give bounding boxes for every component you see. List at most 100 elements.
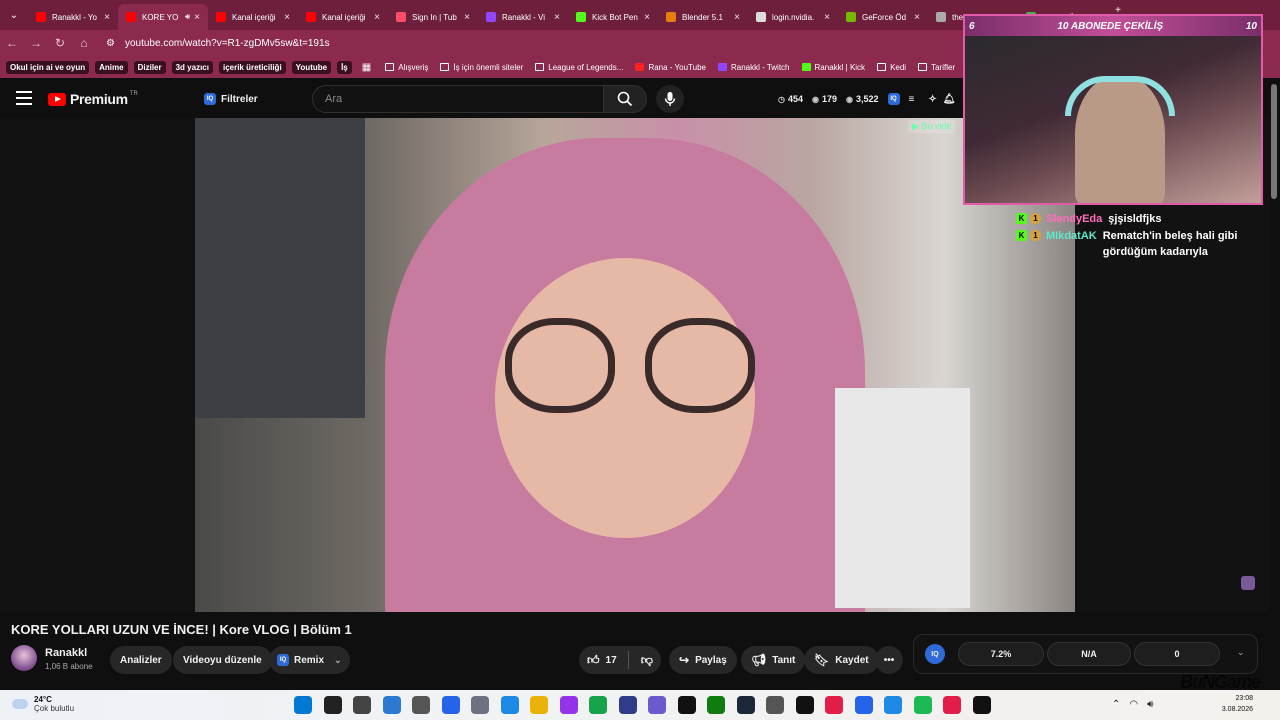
browser-tab[interactable]: KORE YO 🔊︎ × <box>118 4 208 30</box>
bookmark-chip[interactable]: Okul için ai ve oyun <box>6 60 90 74</box>
channel-watermark-icon[interactable] <box>1241 576 1255 590</box>
filters-button[interactable]: IQ Filtreler <box>196 88 266 110</box>
bookmark-chip[interactable]: Diziler <box>133 60 166 74</box>
tab-close-icon[interactable]: × <box>104 12 110 23</box>
browser-tab[interactable]: Blender 5.1 × <box>658 4 748 30</box>
site-info-icon[interactable]: ⚙ <box>106 38 115 49</box>
analytics-button[interactable]: Analizler <box>110 646 172 674</box>
bookmark-item[interactable]: Ranakkl - Twitch <box>717 63 790 72</box>
windows-start-icon[interactable] <box>294 696 312 714</box>
spotify-icon[interactable] <box>913 696 932 714</box>
recorder-icon[interactable] <box>972 696 991 714</box>
app-icon[interactable] <box>825 696 843 714</box>
bookmark-chip[interactable]: Anime <box>95 60 128 74</box>
browser-tab[interactable]: Sign In | Tub × <box>388 4 478 30</box>
bookmark-chip[interactable]: içerik üreticiliği <box>218 60 286 74</box>
page-scrollbar[interactable] <box>1271 84 1277 199</box>
promote-button[interactable]: 📢︎ Tanıt <box>741 646 806 674</box>
browser-tab[interactable]: Kick Bot Pen × <box>568 4 658 30</box>
tab-search-chevron-icon[interactable]: ⌄ <box>4 5 24 25</box>
tab-close-icon[interactable]: × <box>734 12 740 23</box>
widgets-icon[interactable] <box>382 696 401 714</box>
task-view-icon[interactable] <box>353 696 371 714</box>
explorer-folder-icon[interactable] <box>530 696 548 714</box>
iq-extension-icon[interactable]: IQ <box>887 93 900 105</box>
app-icon[interactable] <box>884 696 902 714</box>
save-button[interactable]: 🔖︎ Kaydet <box>804 646 879 674</box>
browser-tab[interactable]: login.nvidia. × <box>748 4 838 30</box>
youtube-premium-logo[interactable]: Premium TR <box>48 91 138 107</box>
settings-icon[interactable] <box>500 696 519 714</box>
notifications-icon[interactable]: 🔔︎ <box>943 94 956 105</box>
bookmark-item[interactable]: Rana - YouTube <box>635 63 706 72</box>
tab-close-icon[interactable]: × <box>194 12 200 23</box>
chrome-icon[interactable] <box>589 696 607 714</box>
browser-tab[interactable]: Kanal içeriği × <box>298 4 388 30</box>
forward-arrow-icon[interactable]: → <box>24 36 48 50</box>
url-field[interactable]: ⚙ youtube.com/watch?v=R1-zgDMv5sw&t=191s <box>106 38 330 49</box>
tab-close-icon[interactable]: × <box>374 12 380 23</box>
app-icon[interactable] <box>648 696 666 714</box>
epic-games-icon[interactable] <box>766 696 784 714</box>
channel-name[interactable]: Ranakkl <box>45 647 87 659</box>
gallery-icon[interactable] <box>559 696 578 714</box>
app-icon[interactable] <box>854 696 873 714</box>
share-button[interactable]: ↪ Paylaş <box>669 646 737 674</box>
browser-tab[interactable]: GeForce Öd × <box>838 4 928 30</box>
sort-icon[interactable]: ≡ <box>909 94 915 105</box>
search-button[interactable] <box>603 85 647 113</box>
channel-avatar[interactable] <box>11 645 37 671</box>
obs-icon[interactable] <box>736 696 755 714</box>
cube-app-icon[interactable] <box>441 696 460 714</box>
edit-video-button[interactable]: Videoyu düzenle <box>173 646 272 674</box>
chevron-down-icon[interactable]: ⌄ <box>1237 647 1245 658</box>
search-icon[interactable] <box>323 696 342 714</box>
weather-widget[interactable]: 24°C Çok bulutlu <box>12 695 74 713</box>
video-info-tag[interactable]: ▶ Bu vide <box>908 120 956 133</box>
discord-icon[interactable] <box>618 696 637 714</box>
browser-tab[interactable]: Ranakkl - Yo × <box>28 4 118 30</box>
more-actions-button[interactable]: ••• <box>875 646 903 674</box>
home-icon[interactable]: ⌂ <box>72 36 96 50</box>
remix-button[interactable]: IQ Remix ⌄ <box>269 646 350 674</box>
bookmark-item[interactable]: Alışveriş <box>385 63 428 72</box>
audio-icon[interactable]: 🔊︎ <box>185 12 190 22</box>
bookmark-chip[interactable]: İş <box>337 60 352 74</box>
bookmark-item[interactable]: Tarifler <box>918 63 955 72</box>
back-arrow-icon[interactable]: ← <box>0 36 24 50</box>
tray-chevron-up-icon[interactable]: ⌃ <box>1112 699 1120 710</box>
tab-close-icon[interactable]: × <box>284 12 290 23</box>
bookmark-item[interactable]: Kedi <box>877 63 906 72</box>
like-button[interactable]: 👍︎ 17 <box>587 653 617 668</box>
chevron-down-icon[interactable]: ⌄ <box>334 655 342 666</box>
bookmark-item[interactable]: İş için önemli siteler <box>440 63 523 72</box>
bookmark-chip[interactable]: 3d yazıcı <box>171 60 213 74</box>
game-app-icon[interactable] <box>943 696 961 714</box>
voice-search-button[interactable] <box>656 85 684 113</box>
tab-close-icon[interactable]: × <box>914 12 920 23</box>
bookmark-item[interactable]: Ranakkl | Kick <box>801 63 865 72</box>
tab-close-icon[interactable]: × <box>464 12 470 23</box>
browser-tab[interactable]: Ranakkl - Vi × <box>478 4 568 30</box>
dislike-button[interactable]: 👎︎ <box>641 653 653 668</box>
wifi-icon[interactable]: ◠ <box>1129 699 1138 710</box>
bookmark-chip[interactable]: Youtube <box>291 60 332 74</box>
store-icon[interactable] <box>412 696 430 714</box>
menu-hamburger-icon[interactable] <box>16 91 32 109</box>
bookmark-item[interactable]: League of Legends... <box>535 63 623 72</box>
tab-close-icon[interactable]: × <box>824 12 830 23</box>
reload-icon[interactable]: ↻ <box>48 36 72 50</box>
apps-grid-icon[interactable]: ▦ <box>362 62 371 73</box>
studio-icon[interactable]: ✧ <box>928 94 936 105</box>
browser-tab[interactable]: Kanal içeriği × <box>208 4 298 30</box>
tab-close-icon[interactable]: × <box>644 12 650 23</box>
app-icon[interactable] <box>795 696 814 714</box>
volume-icon[interactable]: 🔊︎ <box>1147 699 1153 710</box>
security-app-icon[interactable] <box>471 696 489 714</box>
xbox-icon[interactable] <box>677 696 696 714</box>
search-input[interactable]: Ara <box>312 85 604 113</box>
tab-close-icon[interactable]: × <box>554 12 560 23</box>
steam-icon[interactable] <box>707 696 725 714</box>
video-player[interactable] <box>195 118 1075 612</box>
taskbar-clock[interactable]: 23:08 3.08.2026 <box>1215 693 1253 715</box>
